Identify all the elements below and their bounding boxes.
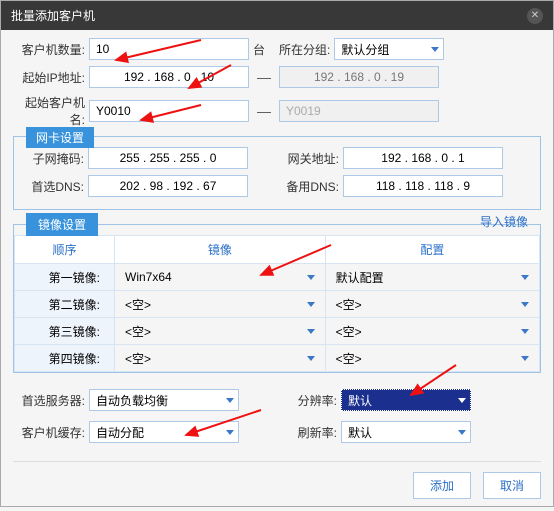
- client-cache-value: 自动分配: [96, 424, 144, 441]
- chevron-down-icon: [307, 356, 315, 361]
- client-cache-label: 客户机缓存:: [13, 424, 85, 441]
- chevron-down-icon: [431, 47, 439, 52]
- th-config: 配置: [325, 236, 539, 264]
- subnet-input[interactable]: [88, 147, 248, 169]
- refresh-rate-select[interactable]: 默认: [341, 421, 471, 443]
- range-separator: —: [257, 103, 271, 119]
- image-title: 镜像设置: [26, 213, 98, 236]
- group-select-value: 默认分组: [341, 41, 389, 58]
- table-row: 第四镜像: <空> <空>: [15, 345, 540, 372]
- row-image-cell[interactable]: Win7x64: [115, 264, 326, 291]
- chevron-down-icon: [226, 398, 234, 403]
- pref-server-select[interactable]: 自动负载均衡: [89, 389, 239, 411]
- row-image-value: <空>: [125, 350, 151, 367]
- chevron-down-icon: [458, 430, 466, 435]
- start-name-label: 起始客户机名:: [13, 94, 85, 128]
- row-config-cell[interactable]: <空>: [325, 345, 539, 372]
- refresh-rate-label: 刷新率:: [277, 424, 337, 441]
- chevron-down-icon: [521, 356, 529, 361]
- row-name: 第三镜像:: [15, 318, 115, 345]
- image-fieldset: 镜像设置 导入镜像 顺序 镜像 配置 第一镜像:Win7x64默认配置第二镜像:…: [13, 224, 541, 373]
- table-row: 第一镜像: Win7x64 默认配置: [15, 264, 540, 291]
- dns2-input[interactable]: [343, 175, 503, 197]
- resolution-label: 分辨率:: [277, 392, 337, 409]
- close-icon[interactable]: ✕: [527, 8, 543, 24]
- row-image-value: <空>: [125, 296, 151, 313]
- row-config-value: 默认配置: [336, 269, 384, 286]
- group-label: 所在分组:: [279, 41, 330, 58]
- row-config-value: <空>: [336, 323, 362, 340]
- client-count-label: 客户机数量:: [13, 41, 85, 58]
- row-config-value: <空>: [336, 296, 362, 313]
- chevron-down-icon: [521, 302, 529, 307]
- row-image-cell[interactable]: <空>: [115, 318, 326, 345]
- client-count-unit: 台: [253, 41, 265, 58]
- row-name: 第一镜像:: [15, 264, 115, 291]
- nic-fieldset: 网卡设置 子网掩码: 网关地址: 首选DNS: 备用DNS:: [13, 136, 541, 210]
- nic-title: 网卡设置: [26, 127, 94, 148]
- row-config-cell[interactable]: 默认配置: [325, 264, 539, 291]
- row-config-cell[interactable]: <空>: [325, 318, 539, 345]
- pref-server-label: 首选服务器:: [13, 392, 85, 409]
- row-image-cell[interactable]: <空>: [115, 345, 326, 372]
- row-image-cell[interactable]: <空>: [115, 291, 326, 318]
- cancel-button[interactable]: 取消: [483, 472, 541, 499]
- table-row: 第二镜像: <空> <空>: [15, 291, 540, 318]
- row-name: 第二镜像:: [15, 291, 115, 318]
- client-count-input[interactable]: [89, 38, 249, 60]
- dns1-label: 首选DNS:: [22, 178, 84, 195]
- chevron-down-icon: [521, 275, 529, 280]
- th-image: 镜像: [115, 236, 326, 264]
- chevron-down-icon: [307, 329, 315, 334]
- subnet-label: 子网掩码:: [22, 150, 84, 167]
- row-image-value: Win7x64: [125, 270, 172, 284]
- th-order: 顺序: [15, 236, 115, 264]
- chevron-down-icon: [521, 329, 529, 334]
- dns2-label: 备用DNS:: [277, 178, 339, 195]
- gateway-input[interactable]: [343, 147, 503, 169]
- chevron-down-icon: [307, 275, 315, 280]
- import-link[interactable]: 导入镜像: [480, 213, 528, 230]
- add-button[interactable]: 添加: [413, 472, 471, 499]
- chevron-down-icon: [458, 398, 466, 403]
- window-title: 批量添加客户机: [11, 7, 95, 24]
- row-config-cell[interactable]: <空>: [325, 291, 539, 318]
- row-name: 第四镜像:: [15, 345, 115, 372]
- resolution-select[interactable]: 默认: [341, 389, 471, 411]
- gateway-label: 网关地址:: [277, 150, 339, 167]
- range-separator: —: [257, 69, 271, 85]
- row-image-value: <空>: [125, 323, 151, 340]
- start-ip-label: 起始IP地址:: [13, 69, 85, 86]
- refresh-rate-value: 默认: [348, 424, 372, 441]
- table-row: 第三镜像: <空> <空>: [15, 318, 540, 345]
- start-ip-input[interactable]: [89, 66, 249, 88]
- chevron-down-icon: [226, 430, 234, 435]
- row-config-value: <空>: [336, 350, 362, 367]
- dns1-input[interactable]: [88, 175, 248, 197]
- end-name-display: [279, 100, 439, 122]
- group-select[interactable]: 默认分组: [334, 38, 444, 60]
- pref-server-value: 自动负载均衡: [96, 392, 168, 409]
- chevron-down-icon: [307, 302, 315, 307]
- resolution-value: 默认: [348, 392, 372, 409]
- client-cache-select[interactable]: 自动分配: [89, 421, 239, 443]
- end-ip-display: [279, 66, 439, 88]
- start-name-input[interactable]: [89, 100, 249, 122]
- image-table: 顺序 镜像 配置 第一镜像:Win7x64默认配置第二镜像:<空><空>第三镜像…: [14, 235, 540, 372]
